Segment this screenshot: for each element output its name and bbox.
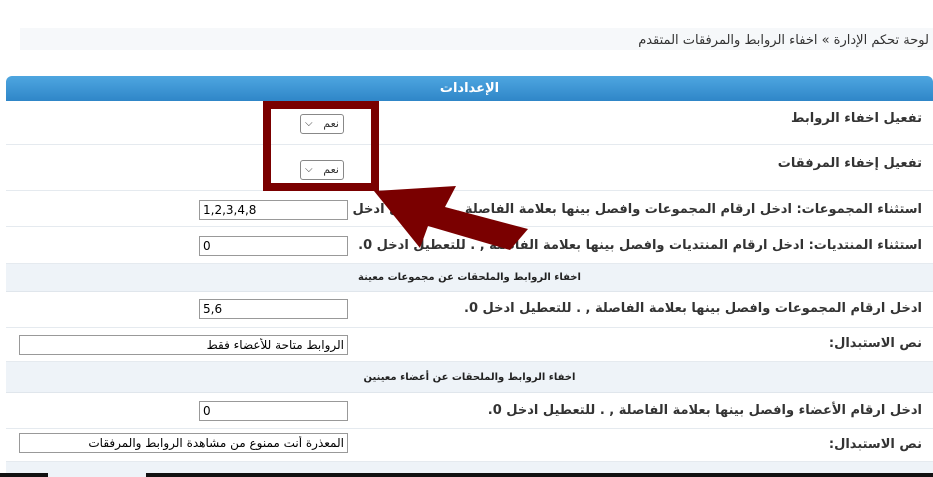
member-ids-label: ادخل ارقام الأعضاء وافصل بينها بعلامة ال…: [487, 403, 922, 418]
member-replace-input[interactable]: [19, 433, 348, 453]
bottom-edge-right: [146, 473, 933, 477]
section-hide-from-groups: اخفاء الروابط والملحقات عن مجموعات معينة: [6, 264, 933, 292]
panel-title: الإعدادات: [6, 76, 933, 101]
hide-links-label: تفعيل اخفاء الروابط: [790, 111, 922, 126]
row-member-replace-text: نص الاستبدال:: [6, 429, 933, 462]
row-hide-attachments: تفعيل إخفاء المرفقات نعم ⌵: [6, 145, 933, 191]
breadcrumb[interactable]: لوحة تحكم الإدارة » اخفاء الروابط والمرف…: [20, 28, 933, 50]
row-hide-links: تفعيل اخفاء الروابط نعم ⌵: [6, 101, 933, 145]
group-replace-input[interactable]: [19, 335, 348, 355]
section-hide-from-members: اخفاء الروابط والملحقات عن أعضاء معينين: [6, 362, 933, 393]
settings-panel: الإعدادات تفعيل اخفاء الروابط نعم ⌵ تفعي…: [6, 76, 933, 477]
row-group-ids: ادخل ارقام المجموعات وافصل بينها بعلامة …: [6, 292, 933, 328]
hide-attachments-label: تفعيل إخفاء المرفقات: [777, 156, 922, 171]
row-group-replace-text: نص الاستبدال:: [6, 328, 933, 362]
member-replace-label: نص الاستبدال:: [828, 437, 922, 452]
exclude-forums-label: استثناء المنتديات: ادخل ارقام المنتديات …: [358, 238, 922, 253]
row-member-ids: ادخل ارقام الأعضاء وافصل بينها بعلامة ال…: [6, 393, 933, 429]
row-exclude-forums: استثناء المنتديات: ادخل ارقام المنتديات …: [6, 227, 933, 264]
annotation-highlight-box: [263, 101, 379, 191]
group-replace-label: نص الاستبدال:: [828, 336, 922, 351]
member-ids-input[interactable]: [199, 401, 348, 421]
group-ids-input[interactable]: [199, 299, 348, 319]
exclude-groups-label: استثناء المجموعات: ادخل ارقام المجموعات …: [334, 202, 922, 217]
row-exclude-groups: استثناء المجموعات: ادخل ارقام المجموعات …: [6, 191, 933, 227]
exclude-groups-input[interactable]: [199, 200, 348, 220]
group-ids-label: ادخل ارقام المجموعات وافصل بينها بعلامة …: [463, 301, 922, 316]
exclude-forums-input[interactable]: [199, 236, 348, 256]
bottom-edge-left: [0, 473, 48, 477]
